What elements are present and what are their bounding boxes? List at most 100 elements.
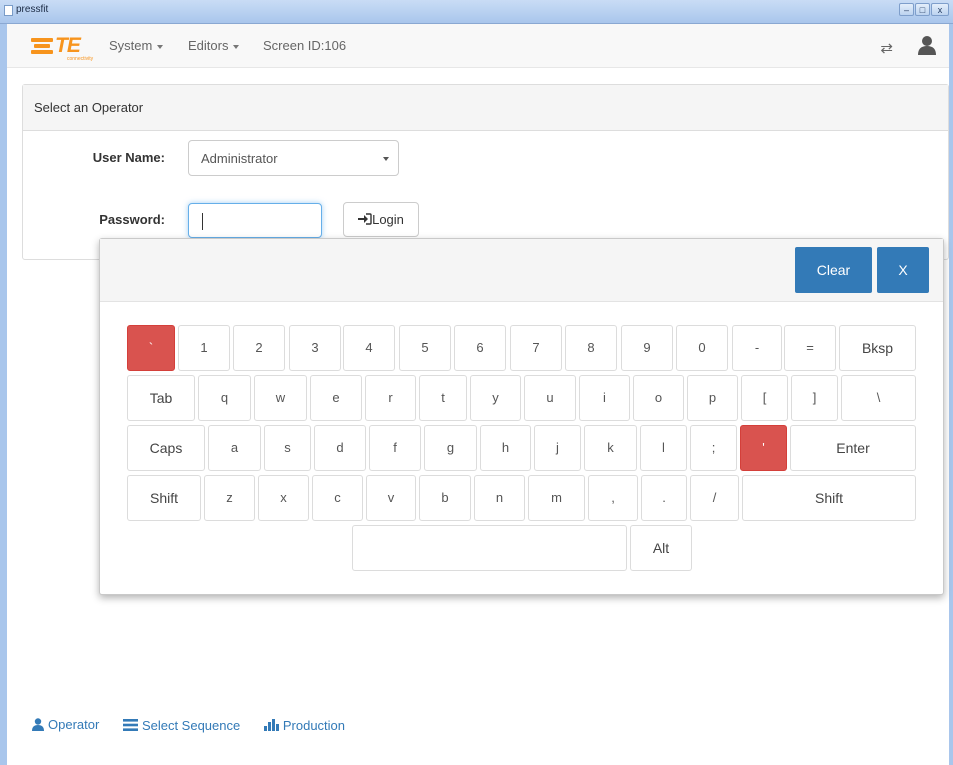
key-tab[interactable]: Tab — [127, 375, 195, 421]
key-8[interactable]: 8 — [565, 325, 617, 371]
key-3[interactable]: 3 — [289, 325, 341, 371]
login-button[interactable]: Login — [343, 202, 419, 237]
key-5[interactable]: 5 — [399, 325, 451, 371]
key-2[interactable]: 2 — [233, 325, 285, 371]
bar-chart-icon — [263, 719, 279, 731]
key-4[interactable]: 4 — [343, 325, 395, 371]
system-menu[interactable]: System — [109, 38, 164, 53]
window-title: pressfit — [16, 4, 49, 15]
window-frame-right — [949, 24, 953, 765]
key-0[interactable]: 0 — [676, 325, 728, 371]
user-name-select[interactable]: Administrator — [188, 140, 399, 176]
key-i[interactable]: i — [579, 375, 630, 421]
logo-subtext: connectivity — [67, 56, 94, 62]
key-x[interactable]: x — [258, 475, 309, 521]
key-p[interactable]: p — [687, 375, 738, 421]
key-space[interactable] — [352, 525, 627, 571]
navbar: TE connectivity System Editors Screen ID… — [7, 24, 949, 68]
key-m[interactable]: m — [528, 475, 585, 521]
logo-text: TE — [55, 34, 81, 57]
window-frame-left — [0, 24, 7, 765]
key-u[interactable]: u — [524, 375, 576, 421]
key-slash[interactable]: / — [690, 475, 739, 521]
login-label: Login — [372, 212, 404, 227]
select-sequence-link[interactable]: Select Sequence — [122, 717, 241, 733]
key-bksp[interactable]: Bksp — [839, 325, 916, 371]
key-y[interactable]: y — [470, 375, 521, 421]
key-f[interactable]: f — [369, 425, 421, 471]
close-keyboard-button[interactable]: X — [877, 247, 929, 293]
key-equals[interactable]: = — [784, 325, 836, 371]
key-comma[interactable]: , — [588, 475, 638, 521]
key-g[interactable]: g — [424, 425, 477, 471]
key-q[interactable]: q — [198, 375, 251, 421]
key-r[interactable]: r — [365, 375, 416, 421]
chevron-down-icon — [383, 157, 389, 161]
key-enter[interactable]: Enter — [790, 425, 916, 471]
key-j[interactable]: j — [534, 425, 581, 471]
panel-heading: Select an Operator — [23, 85, 948, 131]
swap-icon[interactable]: ⇄ — [880, 39, 893, 57]
key-shift[interactable]: Shift — [127, 475, 201, 521]
keyboard-header: Clear X — [100, 239, 943, 302]
key-d[interactable]: d — [314, 425, 366, 471]
key-minus[interactable]: - — [732, 325, 782, 371]
user-name-label: User Name: — [92, 150, 165, 165]
key-h[interactable]: h — [480, 425, 531, 471]
window-titlebar: pressfit – □ x — [0, 0, 953, 24]
key-9[interactable]: 9 — [621, 325, 673, 371]
select-sequence-label: Select Sequence — [141, 717, 241, 733]
key-e[interactable]: e — [310, 375, 362, 421]
text-cursor — [202, 213, 203, 230]
password-label: Password: — [99, 212, 165, 227]
key-7[interactable]: 7 — [510, 325, 562, 371]
chevron-down-icon — [233, 44, 240, 49]
screen-id: Screen ID:106 — [263, 38, 347, 53]
production-link[interactable]: Production — [263, 718, 345, 733]
user-icon[interactable] — [917, 35, 937, 55]
editors-menu[interactable]: Editors — [188, 38, 240, 53]
login-icon — [358, 213, 372, 225]
key-1[interactable]: 1 — [178, 325, 230, 371]
clear-button[interactable]: Clear — [795, 247, 872, 293]
key-v[interactable]: v — [366, 475, 416, 521]
key-z[interactable]: z — [204, 475, 255, 521]
te-logo[interactable]: TE connectivity — [31, 34, 94, 62]
key-o[interactable]: o — [633, 375, 684, 421]
key-left-bracket[interactable]: [ — [741, 375, 788, 421]
close-window-button[interactable]: x — [931, 3, 949, 16]
list-icon — [122, 719, 138, 731]
key-caps[interactable]: Caps — [127, 425, 205, 471]
operator-link-label: Operator — [48, 717, 100, 732]
key-shift-right[interactable]: Shift — [742, 475, 916, 521]
key-w[interactable]: w — [254, 375, 307, 421]
window-controls: – □ x — [899, 3, 949, 16]
maximize-button[interactable]: □ — [915, 3, 930, 16]
key-b[interactable]: b — [419, 475, 471, 521]
key-n[interactable]: n — [474, 475, 525, 521]
key-right-bracket[interactable]: ] — [791, 375, 838, 421]
key-backslash[interactable]: \ — [841, 375, 916, 421]
editors-menu-label: Editors — [188, 38, 229, 53]
footer-nav: Operator Select Sequence Production — [32, 717, 365, 734]
key-a[interactable]: a — [208, 425, 261, 471]
minimize-button[interactable]: – — [899, 3, 914, 16]
password-input[interactable] — [188, 203, 322, 238]
key-k[interactable]: k — [584, 425, 637, 471]
key-t[interactable]: t — [419, 375, 467, 421]
user-icon — [32, 718, 44, 731]
user-name-value: Administrator — [201, 151, 278, 166]
key-semicolon[interactable]: ; — [690, 425, 737, 471]
key-period[interactable]: . — [641, 475, 687, 521]
virtual-keyboard: Clear X ` 1 2 3 4 5 6 7 8 9 0- = Bksp Tab q w e r t y u i o p[]… — [99, 238, 944, 595]
key-s[interactable]: s — [264, 425, 311, 471]
key-l[interactable]: l — [640, 425, 687, 471]
key-alt[interactable]: Alt — [630, 525, 692, 571]
key-quote[interactable]: ' — [740, 425, 787, 471]
key-c[interactable]: c — [312, 475, 363, 521]
system-menu-label: System — [109, 38, 153, 53]
key-6[interactable]: 6 — [454, 325, 506, 371]
operator-link[interactable]: Operator — [32, 717, 99, 732]
key-backtick[interactable]: ` — [127, 325, 175, 371]
chevron-down-icon — [157, 44, 164, 49]
